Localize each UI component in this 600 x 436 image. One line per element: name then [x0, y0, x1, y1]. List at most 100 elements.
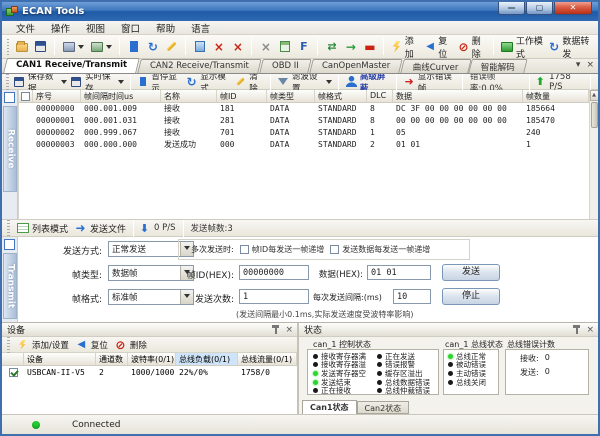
led-icon	[448, 371, 453, 376]
col-bus-load[interactable]: 总线负载(0/1)	[176, 353, 238, 365]
data-increment-checkbox[interactable]	[330, 245, 339, 254]
menu-view[interactable]: 视图	[78, 20, 113, 36]
table-row[interactable]: 00000002 000.999.067 接收 701 DATA STANDAR…	[19, 127, 589, 139]
dock-handle[interactable]	[4, 239, 15, 250]
col-data[interactable]: 数据	[393, 90, 523, 102]
tab-smart-decode[interactable]: 智能解码	[469, 59, 529, 73]
tab-can2-receive-transmit[interactable]: CAN2 Receive/Transmit	[137, 59, 261, 73]
menu-help[interactable]: 帮助	[148, 20, 183, 36]
cut-button[interactable]: ×	[256, 38, 275, 55]
panel-close-icon[interactable]: ×	[285, 326, 293, 335]
format-button[interactable]: F	[294, 38, 313, 55]
delete-device-button[interactable]: ⊘删除	[455, 32, 489, 62]
pin-icon[interactable]	[572, 325, 581, 335]
menu-window[interactable]: 窗口	[113, 20, 148, 36]
scroll-up-icon[interactable]: ▲	[590, 90, 599, 101]
tab-curve[interactable]: 曲线Curver	[400, 59, 471, 73]
rx-count-value: 0	[545, 353, 550, 364]
col-seq[interactable]: 序号	[33, 90, 81, 102]
open-file-button[interactable]	[12, 38, 31, 55]
data-hex-input[interactable]	[367, 265, 431, 280]
separator	[529, 73, 530, 90]
close-button[interactable]: ✕	[554, 2, 592, 15]
tab-list-dropdown-icon[interactable]: ▾	[576, 60, 581, 70]
device-checkbox[interactable]	[9, 368, 18, 377]
device-delete-button[interactable]: ⊘删除	[111, 336, 150, 353]
col-frame-format[interactable]: 帧格式	[315, 90, 367, 102]
stop-button[interactable]: 停止	[442, 288, 500, 305]
col-dlc[interactable]: DLC	[367, 90, 393, 102]
col-interval[interactable]: 帧间隔时间us	[81, 90, 161, 102]
filter-preset-dropdown[interactable]	[324, 75, 334, 88]
vertical-scrollbar[interactable]: ▲	[589, 90, 598, 219]
select-all-checkbox[interactable]	[21, 92, 30, 101]
clear-button[interactable]	[162, 38, 181, 55]
scrollbar-thumb[interactable]	[591, 102, 598, 128]
minimize-button[interactable]: —	[498, 2, 525, 15]
frame-id-input[interactable]	[239, 265, 309, 280]
send-count-input[interactable]	[239, 289, 309, 304]
forward-button[interactable]: →	[341, 38, 360, 55]
menu-file[interactable]: 文件	[8, 20, 43, 36]
status-panel: 状态 × can_1 控制状态 接收寄存器满 接收寄存器溢 发送寄存器空 发送结…	[299, 323, 598, 414]
panel-close-icon[interactable]: ×	[586, 326, 594, 335]
connect-device-button[interactable]	[59, 38, 87, 55]
tab-can1-receive-transmit[interactable]: CAN1 Receive/Transmit	[3, 58, 140, 73]
tab-canopenmaster[interactable]: CanOpenMaster	[309, 59, 403, 73]
refresh-button[interactable]: ↻	[143, 38, 162, 55]
device-reset-button[interactable]: ◀复位	[72, 336, 111, 353]
menu-operation[interactable]: 操作	[43, 20, 78, 36]
send-button[interactable]: 发送	[442, 264, 500, 281]
col-frame-type[interactable]: 帧类型	[267, 90, 315, 102]
dock-handle[interactable]	[4, 92, 15, 103]
tab-close-icon[interactable]: ×	[586, 60, 594, 70]
col-device[interactable]: 设备	[24, 353, 96, 365]
separator	[462, 73, 463, 90]
col-baud[interactable]: 波特率(0/1)	[128, 353, 176, 365]
col-channels[interactable]: 通道数	[96, 353, 128, 365]
device-row[interactable]: USBCAN-II-V5 2 1000/1000 22%/0% 1758/0	[2, 366, 297, 379]
col-frame-id[interactable]: 帧ID	[217, 90, 267, 102]
receive-side-tab[interactable]: Receive	[3, 106, 17, 192]
bottom-panels: 设备 × 添加/设置 ◀复位 ⊘删除 设备 通道数 波特率(0/1) 总线负载(	[2, 322, 598, 414]
cell-dlc: 2	[367, 139, 393, 151]
pause-button[interactable]	[124, 38, 143, 55]
col-name[interactable]: 名称	[161, 90, 217, 102]
stop-toolbar-button[interactable]: ▬	[360, 38, 379, 55]
table-row[interactable]: 00000000 000.001.009 接收 181 DATA STANDAR…	[19, 103, 589, 115]
list-mode-button[interactable]: 列表模式	[13, 220, 71, 237]
data-forward-button[interactable]: ↻数据转发	[546, 32, 594, 62]
transmit-side-tab[interactable]: Transmit	[3, 253, 17, 319]
device-add-settings-button[interactable]: 添加/设置	[13, 336, 72, 353]
pin-icon[interactable]	[271, 325, 280, 335]
send-file-button[interactable]: ➜发送文件	[71, 220, 129, 237]
work-mode-button[interactable]: 工作模式	[498, 32, 546, 62]
col-frame-count[interactable]: 帧数量	[523, 90, 589, 102]
filter-frames-button[interactable]	[190, 38, 209, 55]
led-icon	[377, 388, 382, 393]
tab-can1-status[interactable]: Can1状态	[302, 400, 357, 414]
id-increment-checkbox[interactable]	[240, 245, 249, 254]
delete-frame-button[interactable]: ×	[209, 38, 228, 55]
tab-obd2[interactable]: OBD II	[259, 59, 311, 73]
menu-language[interactable]: 语言	[183, 20, 218, 36]
data-increment-option[interactable]: 发送数据每发送一帧递增	[330, 244, 430, 255]
table-row[interactable]: 00000001 000.001.031 接收 281 DATA STANDAR…	[19, 115, 589, 127]
tab-can2-status[interactable]: Can2状态	[357, 401, 410, 414]
id-increment-option[interactable]: 帧ID每发送一帧递增	[240, 244, 325, 255]
paste-button[interactable]	[275, 38, 294, 55]
disconnect-device-button[interactable]	[87, 38, 115, 55]
cell-data: 00 00 00 00 00 00 00 00	[393, 115, 523, 127]
reset-device-button[interactable]: ◀复位	[422, 32, 456, 62]
maximize-button[interactable]: ▢	[526, 2, 553, 15]
device-panel: 设备 × 添加/设置 ◀复位 ⊘删除 设备 通道数 波特率(0/1) 总线负载(	[2, 323, 299, 414]
swap-button[interactable]: ⇄	[322, 38, 341, 55]
save-button[interactable]	[31, 38, 50, 55]
table-row[interactable]: 00000003 000.000.000 发送成功 000 DATA STAND…	[19, 139, 589, 151]
tab-label: CanOpenMaster	[322, 61, 390, 71]
add-device-button[interactable]: 添加	[388, 32, 422, 62]
col-bus-traffic[interactable]: 总线流量(0/1)	[238, 353, 297, 365]
status-tabbar: Can1状态 Can2状态	[299, 400, 598, 414]
interval-input[interactable]	[393, 289, 431, 304]
delete-all-frames-button[interactable]: ×	[228, 38, 247, 55]
